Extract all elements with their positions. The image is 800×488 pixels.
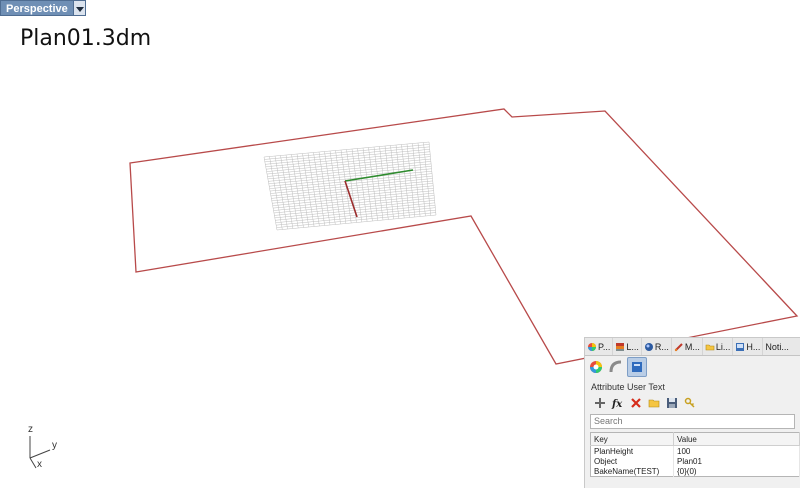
key-cell[interactable]: PlanHeight xyxy=(590,445,674,456)
key-cell[interactable]: BakeName(TEST) xyxy=(590,466,674,477)
axis-z-label: z xyxy=(28,424,33,435)
panel-tabs: P... L... R... M... Li... H... Noti... xyxy=(585,338,800,356)
tab-notifications-label: Noti... xyxy=(765,341,789,352)
table-row[interactable]: Object Plan01 xyxy=(590,456,800,466)
grid-line xyxy=(351,148,363,223)
value-cell[interactable]: {0}(0) xyxy=(673,466,800,477)
tab-layers-label: L... xyxy=(626,341,639,352)
function-icon[interactable]: fx xyxy=(610,396,625,411)
grid-line xyxy=(373,146,384,221)
tab-properties[interactable]: P... xyxy=(585,338,614,355)
attribute-text-icon[interactable] xyxy=(627,357,647,377)
tab-materials-label: M... xyxy=(684,341,700,352)
tab-properties-label: P... xyxy=(598,341,611,352)
folder-icon xyxy=(705,342,715,352)
grid-line xyxy=(379,146,389,220)
grid-line xyxy=(271,185,434,202)
search-input[interactable]: Search xyxy=(590,414,795,429)
delete-icon[interactable] xyxy=(628,396,643,411)
plan-outline[interactable] xyxy=(129,108,799,365)
tab-materials[interactable]: M... xyxy=(672,338,703,355)
grid-line xyxy=(357,148,368,222)
tab-layers[interactable]: L... xyxy=(613,338,642,355)
color-wheel-icon xyxy=(587,342,597,352)
grid-line xyxy=(276,214,437,231)
table-header-row: Key Value xyxy=(590,432,800,446)
axis-y-label: y xyxy=(52,440,57,451)
column-header-value[interactable]: Value xyxy=(673,432,800,446)
layers-icon xyxy=(615,342,625,352)
value-cell[interactable]: 100 xyxy=(673,445,800,456)
attribute-toolbar: fx xyxy=(588,395,800,411)
key-cell[interactable]: Object xyxy=(590,456,674,466)
axis-x-label: x xyxy=(37,459,42,470)
properties-icon[interactable] xyxy=(587,358,605,376)
attribute-table: Key Value PlanHeight 100 Object Plan01 B… xyxy=(590,432,800,477)
properties-panel: P... L... R... M... Li... H... Noti... A… xyxy=(584,337,800,488)
file-title: Plan01.3dm xyxy=(20,26,152,51)
render-icon xyxy=(644,342,654,352)
viewport-menu-dropdown[interactable] xyxy=(73,0,86,16)
column-header-key[interactable]: Key xyxy=(590,432,674,446)
panel-subpage-icons xyxy=(585,356,800,378)
tab-libraries-label: Li... xyxy=(715,341,731,352)
add-icon[interactable] xyxy=(592,396,607,411)
material-icon xyxy=(674,342,684,352)
grid-line xyxy=(384,145,394,220)
save-icon[interactable] xyxy=(664,396,679,411)
open-icon[interactable] xyxy=(646,396,661,411)
key-icon[interactable] xyxy=(682,396,697,411)
grid-line xyxy=(275,207,436,223)
tab-render[interactable]: R... xyxy=(642,338,672,355)
attribute-user-text-group: Attribute User Text fx Search Key Value … xyxy=(588,382,800,488)
curve-icon[interactable] xyxy=(607,358,625,376)
help-icon xyxy=(735,342,745,352)
tab-notifications[interactable]: Noti... xyxy=(763,338,791,355)
viewport-tab[interactable]: Perspective xyxy=(0,0,86,16)
grid-line xyxy=(271,183,433,199)
tab-help-label: H... xyxy=(746,341,761,352)
value-cell[interactable]: Plan01 xyxy=(673,456,800,466)
svg-text:fx: fx xyxy=(611,399,623,409)
table-row[interactable]: BakeName(TEST) {0}(0) xyxy=(590,466,800,477)
tab-help[interactable]: H... xyxy=(733,338,764,355)
grid-line xyxy=(272,187,434,204)
group-title: Attribute User Text xyxy=(591,382,665,392)
grid-line xyxy=(270,180,433,197)
construction-grid xyxy=(263,141,437,231)
grid-line xyxy=(362,147,373,222)
tab-render-label: R... xyxy=(654,341,669,352)
table-row[interactable]: PlanHeight 100 xyxy=(590,445,800,456)
tab-libraries[interactable]: Li... xyxy=(703,338,734,355)
viewport-name-label[interactable]: Perspective xyxy=(0,0,74,16)
grid-line xyxy=(368,147,378,221)
axis-indicator: z y x xyxy=(24,424,74,474)
grid-line xyxy=(390,145,400,219)
